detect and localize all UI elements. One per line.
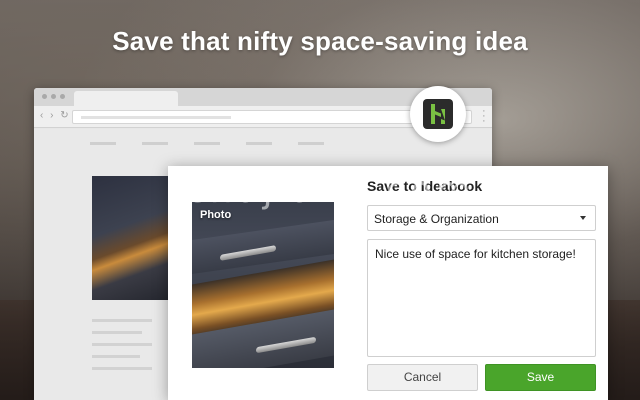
ideabook-select[interactable]: Storage & Organization [367, 205, 596, 231]
browser-tab[interactable] [74, 91, 178, 106]
save-to-ideabook-dialog: Photo Save to Ideabook Storage & Organiz… [168, 166, 608, 400]
window-close-dot[interactable] [42, 94, 47, 99]
window-controls [42, 94, 65, 99]
page-headline: Save that nifty space-saving idea [112, 26, 528, 56]
save-button[interactable]: Save [485, 364, 596, 391]
browser-menu-icon[interactable]: · · · [482, 106, 486, 127]
caret-down-icon [580, 216, 586, 220]
browser-nav-icons[interactable]: ‹ › ↻ [40, 110, 71, 121]
dialog-title: Save to Ideabook [367, 178, 483, 194]
window-minimize-dot[interactable] [51, 94, 56, 99]
saved-photo-preview: Photo [192, 202, 334, 368]
note-textarea[interactable]: Nice use of space for kitchen storage! [367, 239, 596, 357]
photo-label: Photo [200, 209, 232, 221]
extension-button[interactable] [410, 86, 466, 142]
webpage-nav-placeholder [90, 142, 324, 145]
webpage-text-placeholder [92, 319, 152, 379]
webpage-photo-thumbnail [92, 176, 172, 300]
houzz-logo-icon [423, 99, 453, 129]
window-maximize-dot[interactable] [60, 94, 65, 99]
cancel-button[interactable]: Cancel [367, 364, 478, 391]
ideabook-select-value: Storage & Organization [374, 212, 499, 226]
